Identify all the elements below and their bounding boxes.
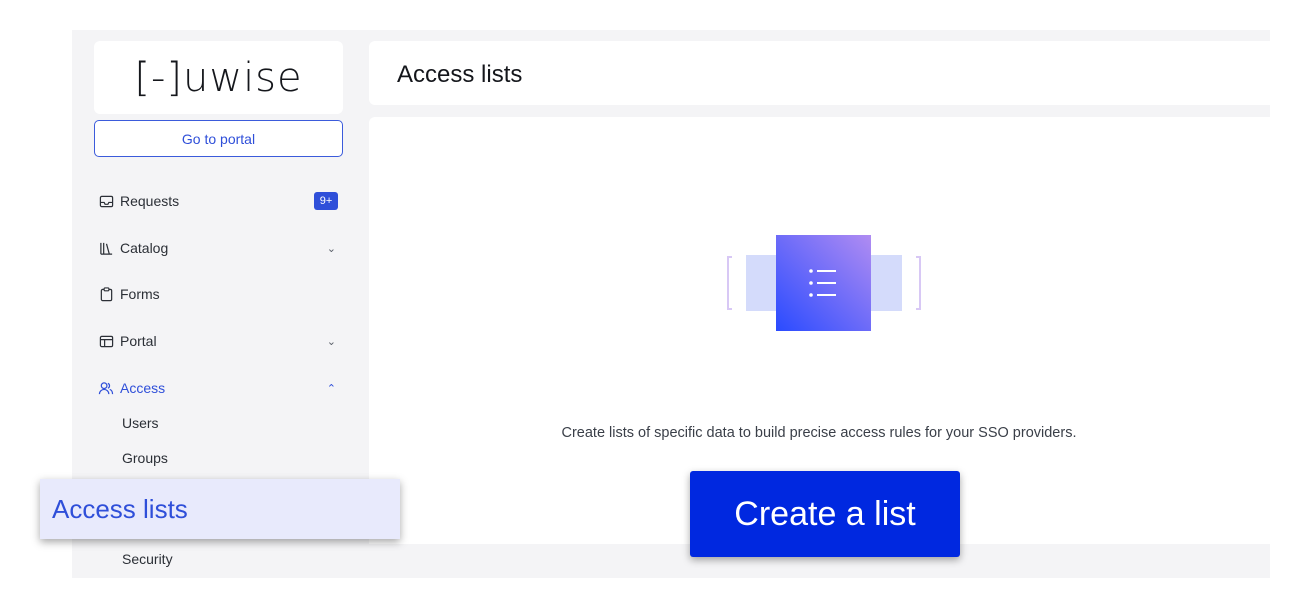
- sidebar-item-label: Catalog: [120, 240, 169, 256]
- browser-window-icon: [98, 333, 114, 349]
- chevron-up-icon[interactable]: ⌃: [327, 382, 336, 395]
- requests-count-badge: 9+: [314, 192, 338, 210]
- inbox-icon: [98, 193, 114, 209]
- sidebar-item-label: Forms: [120, 286, 160, 302]
- sidebar-item-requests[interactable]: Requests 9+: [98, 189, 338, 213]
- sidebar-subitem-access-lists[interactable]: Access lists: [40, 479, 400, 539]
- chevron-down-icon[interactable]: ⌄: [327, 335, 336, 348]
- page-header: Access lists: [369, 41, 1270, 105]
- sidebar-item-label: Access: [120, 380, 166, 396]
- go-to-portal-button[interactable]: Go to portal: [94, 120, 343, 157]
- sidebar-item-portal[interactable]: Portal ⌄: [98, 329, 338, 353]
- sidebar-item-label: Portal: [120, 333, 157, 349]
- chevron-down-icon[interactable]: ⌄: [327, 242, 336, 255]
- page-title: Access lists: [397, 61, 523, 88]
- sidebar-subitem-users[interactable]: Users: [122, 415, 159, 431]
- logo-container[interactable]: [-]uwise: [94, 41, 343, 114]
- sidebar-subitem-security[interactable]: Security: [122, 551, 173, 567]
- sidebar-item-label: Requests: [120, 193, 180, 209]
- books-icon: [98, 240, 114, 256]
- users-icon: [98, 380, 114, 396]
- brand-logo: [-]uwise: [134, 54, 303, 101]
- sidebar-item-catalog[interactable]: Catalog ⌄: [98, 236, 338, 260]
- clipboard-icon: [98, 286, 114, 302]
- create-list-button[interactable]: Create a list: [690, 471, 960, 557]
- empty-state-description: Create lists of specific data to build p…: [561, 425, 1077, 441]
- list-illustration: [726, 235, 922, 331]
- sidebar-subitem-groups[interactable]: Groups: [122, 450, 168, 466]
- sidebar-item-access[interactable]: Access ⌃: [98, 376, 338, 400]
- sidebar-item-forms[interactable]: Forms: [98, 282, 338, 306]
